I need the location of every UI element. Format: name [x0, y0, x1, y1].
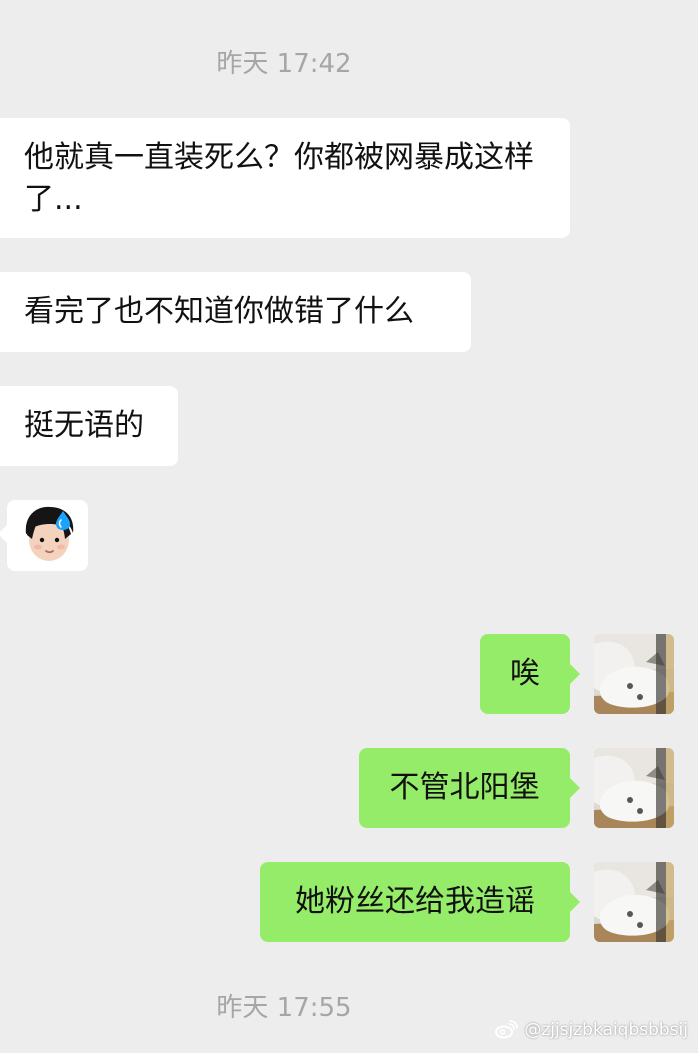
outgoing-message-3-text: 她粉丝还给我造谣 [295, 884, 535, 919]
user-avatar-2[interactable] [594, 748, 674, 828]
outgoing-message-2-text: 不管北阳堡 [389, 770, 540, 805]
incoming-message-1[interactable]: 他就真一直装死么？你都被网暴成这样了... [0, 118, 570, 238]
incoming-message-1-text: 他就真一直装死么？你都被网暴成这样了... [24, 140, 534, 217]
timestamp-1742: 昨天 17:42 [216, 49, 352, 79]
weibo-watermark: @zjjsjzbkaiqbsbbsij [494, 1018, 688, 1042]
user-avatar-icon [594, 862, 674, 942]
sticker-message[interactable] [0, 500, 88, 571]
weibo-logo-icon [495, 1020, 519, 1039]
outgoing-message-2[interactable]: 不管北阳堡 [359, 748, 580, 828]
user-avatar-icon [594, 634, 674, 714]
user-avatar-3[interactable] [594, 862, 674, 942]
crying-child-sticker-icon [25, 506, 74, 561]
incoming-message-3-text: 挺无语的 [24, 408, 144, 443]
timestamp-1755: 昨天 17:55 [216, 993, 352, 1023]
incoming-message-2[interactable]: 看完了也不知道你做错了什么 [0, 272, 471, 352]
watermark-text: @zjjsjzbkaiqbsbbsij [524, 1020, 688, 1040]
outgoing-message-1-text: 唉 [510, 656, 540, 691]
user-avatar-icon [594, 748, 674, 828]
user-avatar-1[interactable] [594, 634, 674, 714]
outgoing-message-1[interactable]: 唉 [480, 634, 580, 714]
incoming-message-2-text: 看完了也不知道你做错了什么 [24, 294, 414, 329]
outgoing-message-3[interactable]: 她粉丝还给我造谣 [260, 862, 580, 942]
incoming-message-3[interactable]: 挺无语的 [0, 386, 178, 466]
